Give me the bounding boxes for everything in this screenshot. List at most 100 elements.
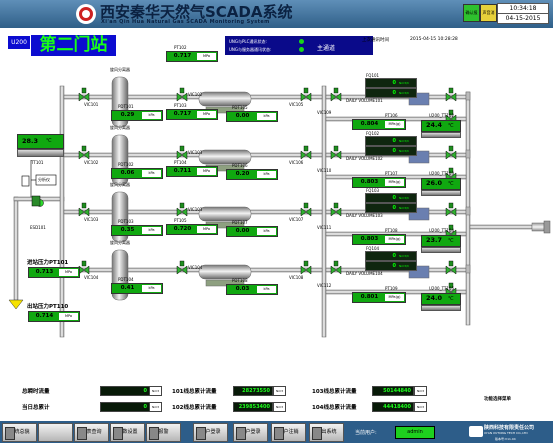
line4-daily-label: DAILY VOLUME104 [346,271,383,276]
toolbar-params-button[interactable]: 参数设置 [110,423,145,442]
line1-tt-meter-tag: U200_TT102 [429,113,455,118]
line1-mid-valve-icon [176,92,188,102]
toolbar-blank-button[interactable] [38,423,73,442]
instant-flow-label: 总瞬时流量 [22,389,50,395]
line3-filter-drum-icon [198,206,252,222]
toolbar-overview-button[interactable]: 系统总貌 [2,423,37,442]
today-total-unit: Nm3 [149,402,162,412]
line1-flow-instant-unit: Nm3/h [399,81,409,85]
line2-meter-in-valve-icon-actuator [333,145,339,152]
line4-pdt-box: 0.41 kPa [111,283,163,294]
line1-separator-label: 旋风分离器 [110,67,130,72]
line3-inlet-valve-icon-actuator [81,202,87,209]
line1-pt-tag: PT102 [174,45,187,50]
line2-temp-value: 26.0 [426,179,443,187]
line3-pt-tag: PT104 [174,160,187,165]
line4-vin-tag: VIC104 [84,275,99,280]
line4-meter-out-valve-icon [445,265,457,275]
line2-pt-box-value: 0.717 [169,111,196,118]
line3-vmid-tag: VIC103 [188,207,203,212]
inlet-temp-gauge [17,149,64,157]
line2-flow-instant-value: 0 [392,138,396,144]
line1-meter-out-valve-icon-actuator [448,87,454,94]
line4-temp-box: 24.0 ℃ [421,293,461,305]
line1-vin-tag: VIC101 [84,102,99,107]
settings-icon [113,427,123,440]
line2-temp-unit: ℃ [448,181,454,187]
line1-vmid-tag: VIC102 [188,92,203,97]
line2-pdt-tag: PDT102 [118,162,134,167]
toolbar-login-button[interactable]: 用户登录 [193,423,228,442]
line102-total-unit: Nm3 [273,402,286,412]
line2-pdt2-box: 0.20 kPa [226,169,278,180]
line3-tt-meter-tag: U200_TT104 [429,228,455,233]
line3-meter-out-valve-icon [445,207,457,217]
line1-pdt2-box-unit: kPa [257,113,276,120]
line3-pt-meter-box: 0.803 MPa(g) [352,234,406,245]
line3-temp-value: 23.7 [426,236,443,244]
scada-screen: 西安秦华天然气SCADA系统 Xi'an Qin Hua Natural Gas… [0,0,553,443]
line1-pdt-box-value: 0.29 [114,112,141,119]
line2-outlet-valve-icon [300,150,312,160]
line4-inlet-valve-icon-actuator [81,260,87,267]
brand-name-en: XI'AN XUTONG TECH CO.,LTD [484,431,528,435]
line2-temp-gauge [421,190,461,196]
line3-flow-total-value: 0 [392,205,396,211]
line3-flow-instant-unit: Nm3/h [399,196,409,200]
toolbar-report-button[interactable]: 报表查询 [74,423,109,442]
line3-temp-gauge [421,247,461,253]
line4-flow-instant-value: 0 [392,253,396,259]
line4-vmid-tag: VIC104 [188,265,203,270]
line1-pt-box: 0.717 MPa [166,51,218,62]
toolbar-logout-button[interactable]: 用户注销 [271,423,306,442]
brand-logo-icon [469,426,483,437]
overview-icon [5,427,15,440]
line2-meter-out-valve-icon [445,150,457,160]
line1-temp-gauge [421,132,461,138]
line4-pdt-tag: PDT104 [118,277,134,282]
line4-vmeter-tag: VIC112 [317,283,332,288]
line3-flow-instant-value: 0 [392,195,396,201]
line4-pt-meter-tag: PT109 [385,286,398,291]
line104-total-unit: Nm3 [414,402,427,412]
line1-temp-value: 24.4 [426,121,443,129]
current-user-label: 当前用户: [355,430,377,436]
line1-flow-instant: 0 Nm3/h [365,78,417,88]
toolbar-exit-button[interactable]: 退出系统 [309,423,344,442]
line3-outlet-valve-icon-actuator [303,202,309,209]
line1-pdt2-box-value: 0.00 [229,113,256,120]
line1-pdt-tag: PDT101 [118,104,134,109]
line3-pt-meter-box-value: 0.803 [355,236,384,243]
line4-pt-meter-box: 0.801 MPa(g) [352,292,406,303]
inlet-pressure-box: 0.713 MPa [28,267,80,278]
line1-flow-total-unit: Nm3/h [399,91,409,95]
line3-pt-box: 0.711 MPa [166,166,218,177]
line1-pdt-box-unit: kPa [142,112,161,119]
line103-total-unit: Nm3 [414,386,427,396]
line4-pt-meter-box-unit: MPa(g) [385,294,404,301]
line2-pdt2-box-unit: kPa [257,171,276,178]
line1-pt-box-value: 0.717 [169,53,196,60]
line1-meter-in-valve-icon [330,92,342,102]
line1-vmeter-tag: VIC109 [317,110,332,115]
line1-daily-label: DAILY VOLUME101 [346,98,383,103]
line3-inlet-valve-icon [78,207,90,217]
line3-pdt-box: 0.35 kPa [111,225,163,236]
line3-separator-label: 旋风分离器 [110,182,130,187]
toolbar-login2-button[interactable]: 用户登录 [233,423,268,442]
line3-pdt-box-value: 0.35 [114,227,141,234]
line2-flow-total-unit: Nm3/h [399,149,409,153]
line4-mid-valve-icon-actuator [179,260,185,267]
line4-filter-drum-icon [198,264,252,280]
line3-pdt-tag: PDT103 [118,219,134,224]
toolbar-alarm-button[interactable]: 报警 [146,423,181,442]
line3-pt-meter-tag: PT108 [385,228,398,233]
line1-pdt-box: 0.29 kPa [111,110,163,121]
line2-flow-instant: 0 Nm3/h [365,136,417,146]
line4-meter-out-valve-icon-actuator [448,260,454,267]
line2-temp-box: 26.0 ℃ [421,178,461,190]
line3-flow-total-unit: Nm3/h [399,206,409,210]
line101-total-value: 28273550 [233,386,273,396]
line2-pdt-box-value: 0.06 [114,170,141,177]
line2-pt-meter-box: 0.803 MPa(g) [352,177,406,188]
